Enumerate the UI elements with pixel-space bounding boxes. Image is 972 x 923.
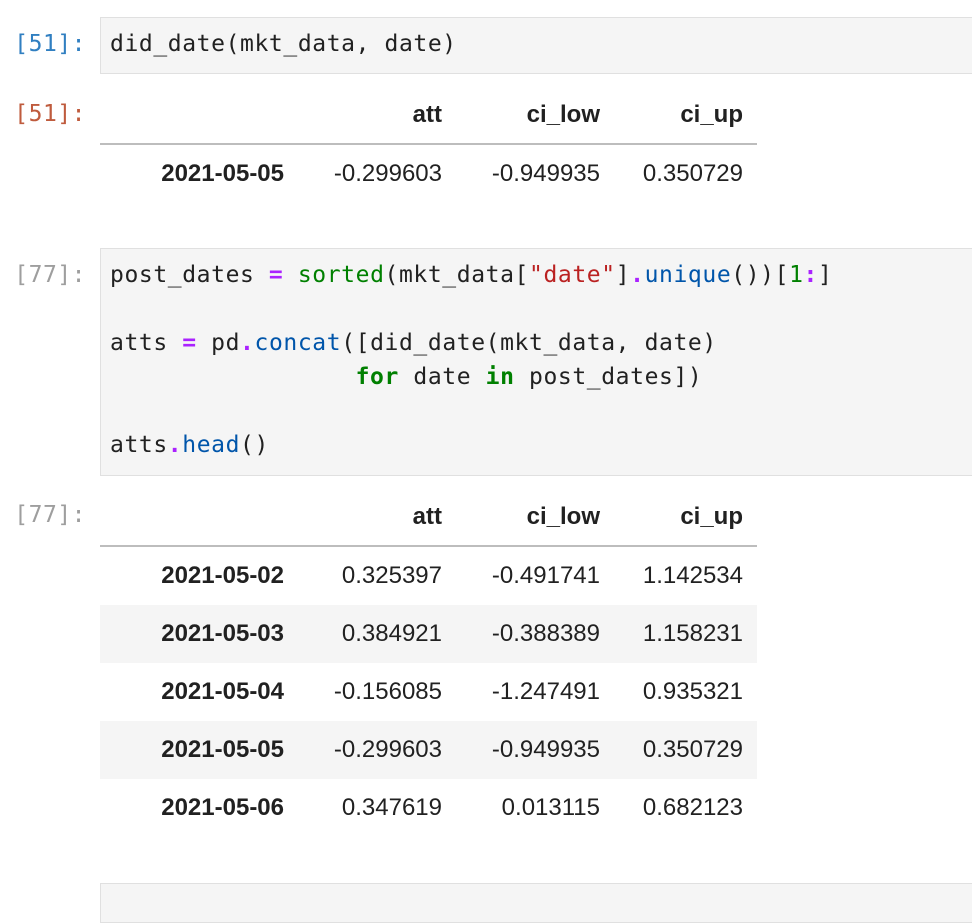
cell-att: -0.156085 [333,678,442,705]
cell-att: 0.325397 [341,562,442,589]
cell-77-input-prompt: [77]: [14,262,86,288]
cell-ci-up: 0.935321 [642,678,743,705]
cell-att: -0.299603 [333,160,442,187]
cell-ci-up: 1.158231 [642,620,743,647]
cell-51-output-dataframe: att ci_low ci_up 2021-05-05 -0.299603 -0… [100,87,757,203]
row-index: 2021-05-03 [161,620,284,647]
table-header-row: att ci_low ci_up [100,87,757,145]
row-index: 2021-05-05 [161,160,284,187]
table-row: 2021-05-02 0.325397 -0.491741 1.142534 [100,546,757,605]
cell-att: 0.384921 [341,620,442,647]
cell-ci-up: 0.350729 [642,736,743,763]
cell-77-output-prompt: [77]: [14,502,86,528]
column-header-ci-low: ci_low [456,489,614,547]
column-header-ci-up: ci_up [614,87,757,145]
code-line-3: atts = pd.concat([did_date(mkt_data, dat… [110,330,717,356]
column-header-ci-up: ci_up [614,489,757,547]
table-row: 2021-05-05 -0.299603 -0.949935 0.350729 [100,144,757,203]
table-row: 2021-05-06 0.347619 0.013115 0.682123 [100,779,757,837]
table-header-row: att ci_low ci_up [100,489,757,547]
cell-51-input-prompt: [51]: [14,31,86,57]
column-header-ci-low: ci_low [456,87,614,145]
cell-ci-low: -0.388389 [491,620,600,647]
code-line-6: atts.head() [110,432,269,458]
index-header [100,87,298,145]
cell-77-code: post_dates = sorted(mkt_data["date"].uni… [101,249,972,462]
cell-att: -0.299603 [333,736,442,763]
cell-51-output-prompt: [51]: [14,101,86,127]
cell-ci-low: -0.491741 [491,562,600,589]
table-row: 2021-05-05 -0.299603 -0.949935 0.350729 [100,721,757,779]
cell-51-code: did_date(mkt_data, date) [101,18,972,61]
next-cell-code-editor[interactable] [100,883,972,923]
cell-ci-low: 0.013115 [501,794,600,821]
table-row: 2021-05-04 -0.156085 -1.247491 0.935321 [100,663,757,721]
cell-ci-low: -1.247491 [491,678,600,705]
code-line-4: for date in post_dates]) [355,364,703,390]
cell-ci-low: -0.949935 [491,160,600,187]
cell-ci-up: 0.350729 [642,160,743,187]
cell-77-code-editor[interactable]: post_dates = sorted(mkt_data["date"].uni… [100,248,972,476]
cell-ci-low: -0.949935 [491,736,600,763]
row-index: 2021-05-04 [161,678,284,705]
cell-77-output-dataframe: att ci_low ci_up 2021-05-02 0.325397 -0.… [100,489,757,837]
column-header-att: att [298,489,456,547]
column-header-att: att [298,87,456,145]
cell-ci-up: 1.142534 [642,562,743,589]
cell-ci-up: 0.682123 [642,794,743,821]
code-line: did_date(mkt_data, date) [110,31,457,57]
row-index: 2021-05-06 [161,794,284,821]
row-index: 2021-05-02 [161,562,284,589]
row-index: 2021-05-05 [161,736,284,763]
index-header [100,489,298,547]
cell-att: 0.347619 [341,794,442,821]
code-line-1: post_dates = sorted(mkt_data["date"].uni… [110,262,833,288]
table-row: 2021-05-03 0.384921 -0.388389 1.158231 [100,605,757,663]
cell-51-code-editor[interactable]: did_date(mkt_data, date) [100,17,972,74]
